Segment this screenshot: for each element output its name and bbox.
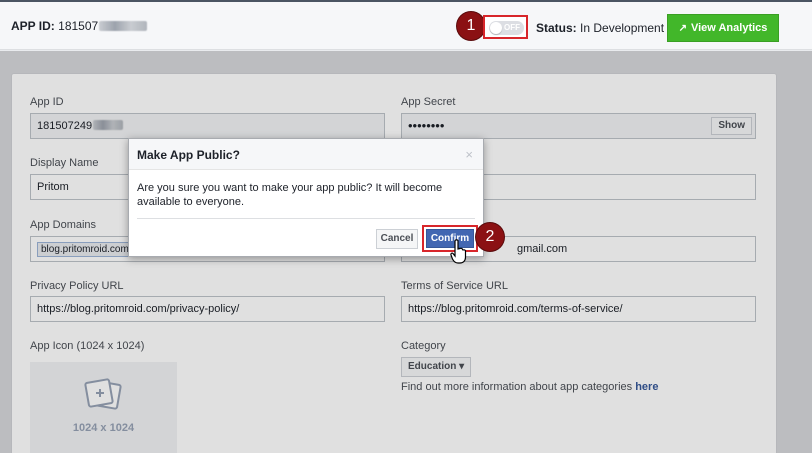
step-2-badge: 2 (476, 223, 504, 251)
step-1-badge: 1 (457, 12, 485, 40)
close-icon[interactable]: × (465, 147, 473, 162)
app-id-display: APP ID: 181507 (11, 19, 148, 33)
dialog-header: Make App Public? × (129, 139, 483, 170)
make-public-dialog: Make App Public? × Are you sure you want… (128, 138, 484, 257)
view-analytics-label: View Analytics (690, 22, 768, 34)
toggle-knob (490, 22, 502, 34)
dialog-divider (137, 218, 475, 219)
hand-cursor-icon (450, 239, 467, 264)
app-public-toggle[interactable]: OFF (489, 21, 524, 35)
app-id-header-value: 181507 (58, 19, 99, 33)
toggle-highlight: OFF (483, 15, 528, 39)
app-header: APP ID: 181507 1 OFF Status: In Developm… (0, 2, 812, 50)
status-label: Status: (536, 21, 577, 35)
toggle-label: OFF (504, 23, 520, 32)
dialog-message: Are you sure you want to make your app p… (137, 182, 443, 208)
status-value: In Development (580, 21, 665, 35)
view-analytics-button[interactable]: ↗ View Analytics (667, 14, 779, 42)
trend-up-icon: ↗ (678, 23, 687, 34)
app-status: Status: In Development (536, 21, 664, 35)
app-id-header-label: APP ID: (11, 19, 55, 33)
dialog-title: Make App Public? (137, 148, 240, 162)
cancel-button[interactable]: Cancel (376, 229, 418, 249)
redacted-blur (99, 21, 148, 31)
